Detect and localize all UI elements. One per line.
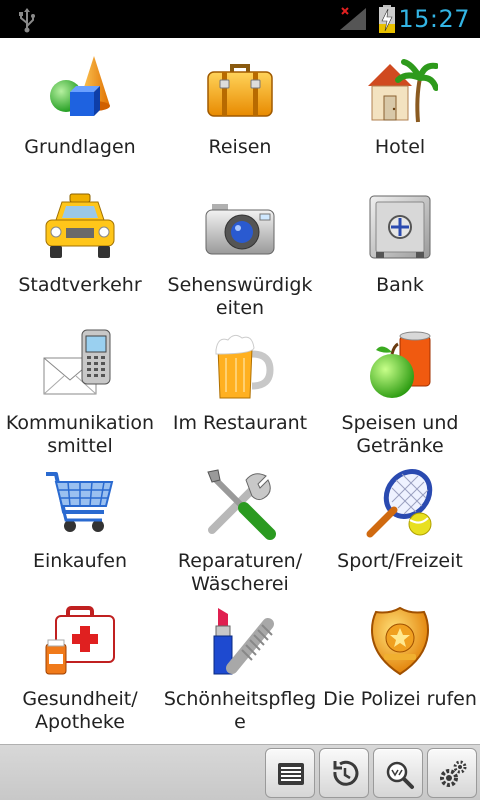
house-palm-icon [362,52,438,128]
menu-item-gesundheit-apotheke[interactable]: Gesundheit/ Apotheke [0,592,160,733]
settings-icon [440,760,467,787]
menu-item-label: Die Polizei rufen [323,688,477,710]
list-icon [278,763,304,785]
beer-mug-icon [202,328,278,404]
menu-item-label: Gesundheit/ Apotheke [22,688,138,733]
tennis-icon [362,466,438,542]
menu-item-reparaturen-waescherei[interactable]: Reparaturen/ Wäscherei [160,454,320,595]
taxi-icon [42,190,118,266]
menu-item-label: Kommunikation smittel [5,412,155,457]
menu-item-bank[interactable]: Bank [320,178,480,316]
camera-icon [202,190,278,266]
menu-item-grundlagen[interactable]: Grundlagen [0,40,160,178]
menu-item-label: Sehenswürdigk eiten [167,274,313,319]
phone-envelope-icon [42,328,118,404]
menu-item-einkaufen[interactable]: Einkaufen [0,454,160,592]
usb-icon [19,8,35,33]
menu-item-label: Reparaturen/ Wäscherei [177,550,303,595]
list-button[interactable] [265,748,315,798]
menu-item-label: Hotel [374,136,426,158]
settings-button[interactable] [427,748,477,798]
category-grid: Grundlagen Reisen Hotel Stadtverkehr Seh… [0,40,480,742]
bottom-toolbar [0,744,480,800]
menu-item-sport-freizeit[interactable]: Sport/Freizeit [320,454,480,592]
menu-item-die-polizei-rufen[interactable]: Die Polizei rufen [320,592,480,730]
menu-item-label: Bank [376,274,424,296]
clock: 15:27 [398,5,470,33]
tools-icon [202,466,278,542]
menu-item-label: Im Restaurant [172,412,308,434]
menu-item-label: Grundlagen [24,136,136,158]
battery-charging-icon [379,5,395,33]
suitcase-icon [202,52,278,128]
menu-item-label: Schönheitspfleg e [163,688,317,733]
menu-item-sehenswuerdigkeiten[interactable]: Sehenswürdigk eiten [160,178,320,319]
menu-item-label: Einkaufen [32,550,128,572]
menu-item-kommunikationsmittel[interactable]: Kommunikation smittel [0,316,160,457]
menu-item-schoenheitspflege[interactable]: Schönheitspfleg e [160,592,320,733]
status-bar: 15:27 [0,0,480,38]
shapes-icon [42,52,118,128]
apple-can-icon [362,328,438,404]
police-badge-icon [362,604,438,680]
search-icon [386,761,414,789]
search-button[interactable] [373,748,423,798]
menu-item-label: Stadtverkehr [18,274,142,296]
history-button[interactable] [319,748,369,798]
safe-icon [362,190,438,266]
menu-item-speisen-und-getraenke[interactable]: Speisen und Getränke [320,316,480,457]
first-aid-kit-icon [42,604,118,680]
menu-item-im-restaurant[interactable]: Im Restaurant [160,316,320,454]
menu-item-label: Sport/Freizeit [337,550,463,572]
menu-item-stadtverkehr[interactable]: Stadtverkehr [0,178,160,316]
history-icon [333,760,359,786]
menu-item-hotel[interactable]: Hotel [320,40,480,178]
menu-item-label: Reisen [208,136,272,158]
no-signal-icon [340,7,366,30]
shopping-cart-icon [42,466,118,542]
lipstick-comb-icon [202,604,278,680]
menu-item-label: Speisen und Getränke [341,412,459,457]
menu-item-reisen[interactable]: Reisen [160,40,320,178]
